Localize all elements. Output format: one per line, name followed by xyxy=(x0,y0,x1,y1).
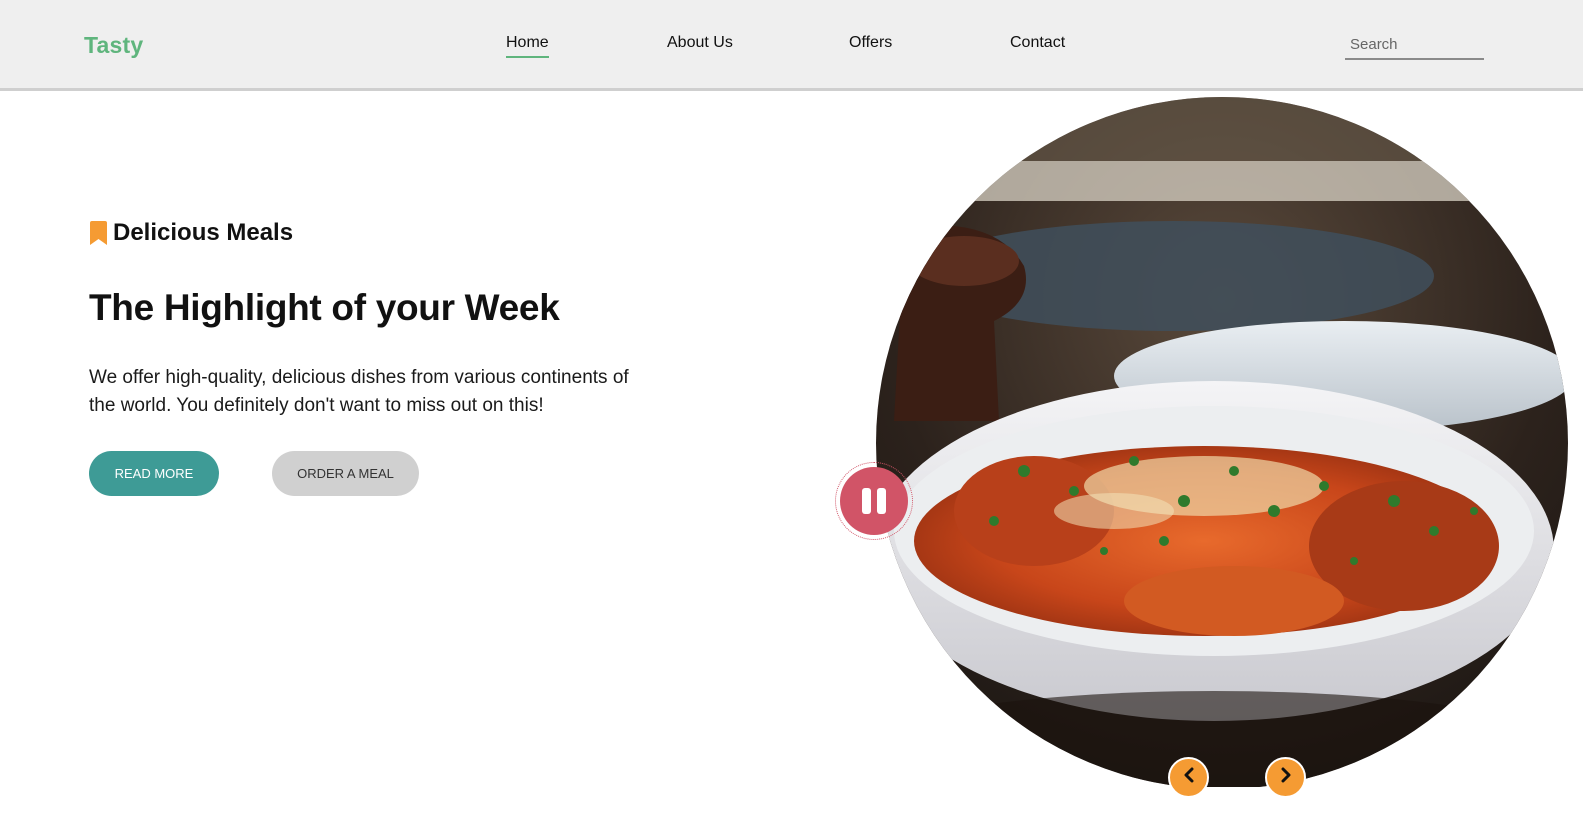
pause-icon xyxy=(840,467,908,535)
tagline: Delicious Meals xyxy=(89,218,293,248)
hero-description: We offer high-quality, delicious dishes … xyxy=(89,367,629,416)
prev-slide-button[interactable] xyxy=(1168,757,1209,798)
nav-item-offers[interactable]: Offers xyxy=(849,34,892,52)
order-meal-button[interactable]: ORDER A MEAL xyxy=(272,451,419,496)
logo[interactable]: Tasty xyxy=(84,32,143,59)
tagline-text: Delicious Meals xyxy=(113,219,294,246)
pause-button[interactable] xyxy=(835,462,913,540)
nav-item-about-us[interactable]: About Us xyxy=(667,34,733,52)
nav-item-home[interactable]: Home xyxy=(506,34,549,58)
hero-headline: The Highlight of your Week xyxy=(89,287,560,328)
site-header: Tasty Home About Us Offers Contact xyxy=(0,0,1583,91)
chevron-left-icon xyxy=(1182,767,1196,788)
hero-image xyxy=(874,91,1570,787)
read-more-button[interactable]: READ MORE xyxy=(89,451,219,496)
nav-item-contact[interactable]: Contact xyxy=(1010,34,1065,52)
chevron-right-icon xyxy=(1279,767,1293,788)
bookmark-icon xyxy=(89,220,108,246)
search-input[interactable] xyxy=(1345,30,1484,60)
next-slide-button[interactable] xyxy=(1265,757,1306,798)
